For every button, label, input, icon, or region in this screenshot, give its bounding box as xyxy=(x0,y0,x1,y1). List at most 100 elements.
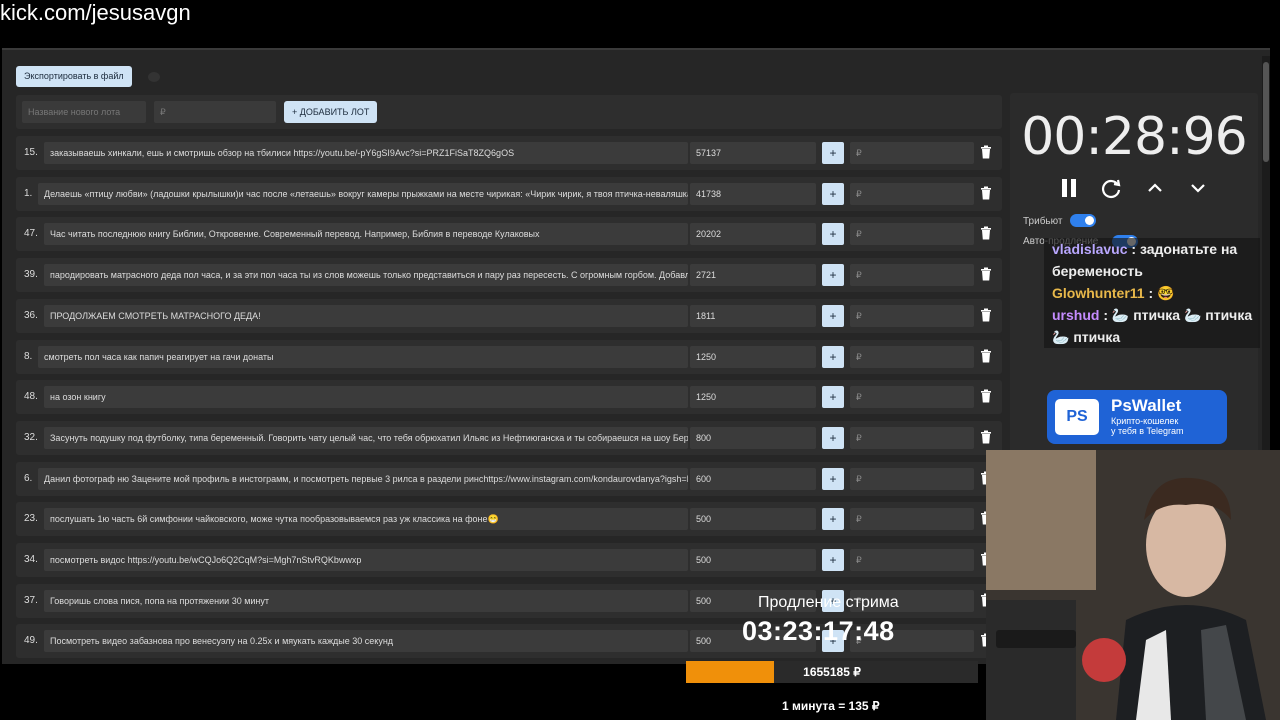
lot-add-amount-button[interactable]: + xyxy=(822,142,844,164)
lot-amount-input[interactable]: 2721 xyxy=(690,264,816,287)
lot-row: 1. Делаешь «птицу любви» (ладошки крылышк… xyxy=(16,176,1002,211)
lot-text-input[interactable]: Делаешь «птицу любви» (ладошки крылышки)… xyxy=(38,182,688,205)
lot-donation-input[interactable]: ₽ xyxy=(850,304,974,327)
add-lot-button[interactable]: + ДОБАВИТЬ ЛОТ xyxy=(284,101,378,123)
lot-amount-input[interactable]: 57137 xyxy=(690,142,816,164)
chat-message: vladislavuc : задонатьте на беременость xyxy=(1044,238,1260,282)
lot-number: 32. xyxy=(24,431,38,443)
lot-number: 49. xyxy=(24,635,38,647)
lot-number: 15. xyxy=(24,147,38,158)
lot-row: 6. Данил фотограф ню Зацените мой профиль… xyxy=(16,461,1002,496)
lot-text-input[interactable]: Час читать последнюю книгу Библии, Откро… xyxy=(44,223,688,246)
streamer-image xyxy=(986,450,1280,720)
ad-tagline: Крипто-кошелек у тебя в Telegram xyxy=(1111,416,1184,436)
lot-text-input[interactable]: заказываешь хинкали, ешь и смотришь обзо… xyxy=(44,142,688,164)
chevron-up-icon[interactable] xyxy=(1144,177,1166,199)
lot-add-amount-button[interactable]: + xyxy=(822,345,844,368)
extension-title: Продление стрима xyxy=(758,594,899,611)
rate-label: 1 минута = 135 ₽ xyxy=(782,699,880,713)
lot-add-amount-button[interactable]: + xyxy=(822,426,844,449)
lot-row: 48. на озон книгу 1250 + ₽ xyxy=(16,380,1002,415)
lot-text-input[interactable]: пародировать матрасного деда пол часа, и… xyxy=(44,264,688,287)
trash-icon[interactable] xyxy=(980,389,992,403)
extension-clock: 03:23:17:48 xyxy=(742,616,895,646)
browser-url: kick.com/jesusavgn xyxy=(0,0,191,25)
lot-add-amount-button[interactable]: + xyxy=(822,508,844,531)
lot-amount-input[interactable]: 500 xyxy=(690,549,816,571)
export-button[interactable]: Экспортировать в файл xyxy=(16,66,132,87)
lot-add-amount-button[interactable]: + xyxy=(822,549,844,571)
trash-icon[interactable] xyxy=(980,349,992,363)
lot-text-input[interactable]: послушать 1ю часть 6й симфонии чайковско… xyxy=(44,508,688,531)
lot-donation-input[interactable]: ₽ xyxy=(850,426,974,449)
lot-donation-input[interactable]: ₽ xyxy=(850,142,974,164)
lot-text-input[interactable]: на озон книгу xyxy=(44,386,688,409)
timer-display: 00:28:96 xyxy=(1021,107,1248,167)
lot-number: 37. xyxy=(24,594,38,606)
webcam-feed xyxy=(986,450,1280,720)
lot-row: 23. послушать 1ю часть 6й симфонии чайков… xyxy=(16,502,1002,537)
lot-donation-input[interactable]: ₽ xyxy=(850,508,974,531)
new-lot-name-input[interactable]: Название нового лота xyxy=(22,101,146,123)
lot-donation-input[interactable]: ₽ xyxy=(850,345,974,368)
chevron-down-icon[interactable] xyxy=(1187,177,1209,199)
lot-donation-input[interactable]: ₽ xyxy=(850,223,974,246)
lot-add-amount-button[interactable]: + xyxy=(822,467,844,490)
trash-icon[interactable] xyxy=(980,226,992,240)
trash-icon[interactable] xyxy=(980,267,992,281)
pswallet-ad: PS PsWallet Крипто-кошелек у тебя в Teleg… xyxy=(1047,390,1227,444)
lot-text-input[interactable]: Данил фотограф ню Зацените мой профиль в… xyxy=(38,467,688,490)
lot-amount-input[interactable]: 800 xyxy=(690,426,816,449)
new-lot-amount-input[interactable]: ₽ xyxy=(154,101,276,123)
chat-message: urshud : 🦢 птичка 🦢 птичка 🦢 птичка xyxy=(1044,304,1260,348)
chat-message: Glowhunter11 : 🤓 xyxy=(1044,282,1260,304)
status-dot xyxy=(148,72,160,82)
lot-amount-input[interactable]: 1811 xyxy=(690,304,816,327)
lot-number: 47. xyxy=(24,228,38,240)
lot-donation-input[interactable]: ₽ xyxy=(850,549,974,571)
lot-donation-input[interactable]: ₽ xyxy=(850,467,974,490)
tribute-toggle[interactable] xyxy=(1070,214,1096,227)
lot-number: 8. xyxy=(24,350,33,362)
reset-icon[interactable] xyxy=(1100,177,1122,199)
lot-text-input[interactable]: Говоришь слова пися, попа на протяжении … xyxy=(44,589,688,612)
lot-amount-input[interactable]: 41738 xyxy=(690,182,816,205)
trash-icon[interactable] xyxy=(980,186,992,200)
lot-add-amount-button[interactable]: + xyxy=(822,182,844,205)
lot-donation-input[interactable]: ₽ xyxy=(850,264,974,287)
lot-text-input[interactable]: Засунуть подушку под футболку, типа бере… xyxy=(44,426,688,449)
scrollbar-thumb[interactable] xyxy=(1263,62,1269,162)
lot-row: 36. ПРОДОЛЖАЕМ СМОТРЕТЬ МАТРАСНОГО ДЕДА! 1… xyxy=(16,298,1002,333)
tribute-label: Трибьют xyxy=(1023,216,1063,227)
lot-amount-input[interactable]: 1250 xyxy=(690,386,816,409)
lots-panel: Название нового лота ₽ + ДОБАВИТЬ ЛОТ 15… xyxy=(16,95,1002,665)
lot-add-amount-button[interactable]: + xyxy=(822,304,844,327)
lot-number: 39. xyxy=(24,269,38,281)
lot-row: 34. посмотреть видос https://youtu.be/wCQ… xyxy=(16,543,1002,577)
lot-text-input[interactable]: Посмотреть видео забазнова про венесуэлу… xyxy=(44,630,688,653)
add-lot-row: Название нового лота ₽ + ДОБАВИТЬ ЛОТ xyxy=(16,95,1002,129)
lot-amount-input[interactable]: 1250 xyxy=(690,345,816,368)
trash-icon[interactable] xyxy=(980,145,992,159)
lot-amount-input[interactable]: 600 xyxy=(690,467,816,490)
pause-icon[interactable] xyxy=(1058,177,1080,199)
lot-add-amount-button[interactable]: + xyxy=(822,264,844,287)
lot-amount-input[interactable]: 500 xyxy=(690,508,816,531)
lot-add-amount-button[interactable]: + xyxy=(822,386,844,409)
lot-donation-input[interactable]: ₽ xyxy=(850,182,974,205)
trash-icon[interactable] xyxy=(980,430,992,444)
lot-text-input[interactable]: смотреть пол часа как папич реагирует на… xyxy=(38,345,688,368)
lot-text-input[interactable]: ПРОДОЛЖАЕМ СМОТРЕТЬ МАТРАСНОГО ДЕДА! xyxy=(44,304,688,327)
lot-row: 32. Засунуть подушку под футболку, типа б… xyxy=(16,420,1002,455)
chat-text: : 🤓 xyxy=(1144,285,1175,301)
pswallet-logo: PS xyxy=(1055,399,1099,435)
lot-number: 23. xyxy=(24,513,38,525)
lot-row: 47. Час читать последнюю книгу Библии, От… xyxy=(16,217,1002,252)
lot-donation-input[interactable]: ₽ xyxy=(850,386,974,409)
lot-row: 8. смотреть пол часа как папич реагирует … xyxy=(16,339,1002,374)
lot-amount-input[interactable]: 20202 xyxy=(690,223,816,246)
lot-text-input[interactable]: посмотреть видос https://youtu.be/wCQJo6… xyxy=(44,549,688,571)
lot-add-amount-button[interactable]: + xyxy=(822,223,844,246)
chat-username: urshud xyxy=(1052,307,1100,323)
trash-icon[interactable] xyxy=(980,308,992,322)
